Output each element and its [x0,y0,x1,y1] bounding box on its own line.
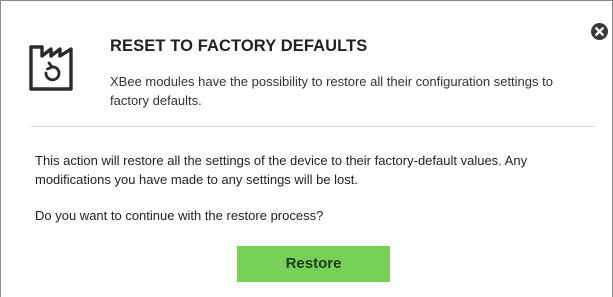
close-icon [595,27,604,36]
factory-reset-dialog: RESET TO FACTORY DEFAULTS XBee modules h… [0,0,613,297]
restore-button[interactable]: Restore [237,246,390,282]
divider [31,126,595,127]
factory-reset-icon [29,45,73,91]
confirmation-question: Do you want to continue with the restore… [35,208,324,223]
close-button[interactable] [591,23,608,40]
dialog-description: XBee modules have the possibility to res… [110,74,553,108]
dialog-title: RESET TO FACTORY DEFAULTS [110,37,368,55]
warning-message: This action will restore all the setting… [35,153,528,187]
